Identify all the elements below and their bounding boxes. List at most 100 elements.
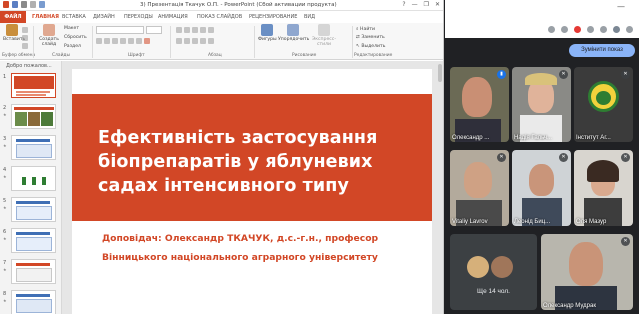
panel-title: Добро пожалов...: [6, 63, 52, 69]
slide-thumbnail[interactable]: 4 ★: [2, 166, 60, 192]
save-icon[interactable]: [12, 1, 18, 8]
help-button[interactable]: ?: [402, 1, 405, 8]
minimize-button[interactable]: —: [412, 1, 418, 8]
font-format-buttons: [96, 38, 150, 44]
slide-title[interactable]: Ефективність застосування біопрепаратів …: [98, 126, 428, 198]
spacing-icon[interactable]: [136, 38, 142, 44]
participant-tile[interactable]: ▮ Олександр ...: [450, 67, 509, 142]
new-slide-button[interactable]: Создать слайд: [37, 24, 61, 47]
shadow-icon[interactable]: [120, 38, 126, 44]
bookmark-icon[interactable]: [561, 26, 568, 33]
slide-thumbnail[interactable]: 7 ★: [2, 259, 60, 285]
puzzle-icon[interactable]: [600, 26, 607, 33]
align-buttons: [176, 38, 214, 44]
powerpoint-window: 3) Презентація Ткачук О.П. - PowerPoint …: [0, 0, 444, 314]
redo-icon[interactable]: [30, 1, 36, 8]
arrange-icon: [287, 24, 299, 36]
replace-button[interactable]: ⇄ Заменить: [356, 35, 385, 40]
participant-tile[interactable]: ✕ Леонід Биц...: [512, 150, 571, 226]
slide-subtitle[interactable]: Доповідач: Олександр ТКАЧУК, д.с.-г.н., …: [102, 229, 427, 267]
slide-thumbnail[interactable]: 1: [2, 73, 60, 99]
profile-icon[interactable]: [613, 26, 620, 33]
pin-presentation-button[interactable]: Зумінити показ: [569, 44, 635, 57]
undo-icon[interactable]: [21, 1, 27, 8]
vertical-scrollbar[interactable]: [438, 64, 442, 82]
italic-icon[interactable]: [104, 38, 110, 44]
font-name-box[interactable]: [96, 26, 144, 34]
opera-icon[interactable]: [574, 26, 581, 33]
arrange-button[interactable]: Упорядочить: [278, 24, 309, 46]
layout-button[interactable]: Макет: [64, 26, 79, 31]
speaking-indicator-icon: ▮: [497, 70, 506, 79]
find-button[interactable]: ⌕ Найти: [356, 26, 375, 32]
restore-button[interactable]: ❐: [424, 1, 429, 8]
browser-extension-icons: [445, 24, 639, 36]
ribbon-home: Вставить Буфер обмена Создать слайд Маке…: [0, 23, 443, 60]
divider: [254, 26, 255, 58]
slide-thumbnail[interactable]: 3 ★: [2, 135, 60, 161]
tab-review[interactable]: РЕЦЕНЗИРОВАНИЕ: [249, 14, 297, 20]
participant-tile[interactable]: ✕ Олександр Мудрак: [541, 234, 633, 310]
tab-view[interactable]: ВИД: [304, 14, 315, 20]
close-button[interactable]: ✕: [435, 1, 440, 8]
slide-thumbnail[interactable]: 5 ★: [2, 197, 60, 223]
group-paragraph-label: Абзац: [208, 53, 222, 58]
tab-design[interactable]: ДИЗАЙН: [93, 14, 115, 20]
indent-icon[interactable]: [192, 27, 198, 33]
participant-tile[interactable]: ✕ Оля Мазур: [574, 150, 633, 226]
minimize-browser-icon[interactable]: —: [617, 2, 625, 11]
cut-icon[interactable]: [22, 27, 28, 33]
align-center-icon[interactable]: [184, 38, 190, 44]
slide-thumbnail[interactable]: 2 ★: [2, 104, 60, 130]
extension-icon[interactable]: [587, 26, 594, 33]
tab-slideshow[interactable]: ПОКАЗ СЛАЙДОВ: [197, 14, 242, 20]
numbering-icon[interactable]: [184, 27, 190, 33]
align-left-icon[interactable]: [176, 38, 182, 44]
slide-thumbnail[interactable]: 8 ★: [2, 290, 60, 314]
powerpoint-app-icon: [3, 1, 9, 8]
bullets-icon[interactable]: [176, 27, 182, 33]
participant-tile[interactable]: ✕ Інститут Аг...: [574, 67, 633, 142]
divider: [352, 26, 353, 58]
participant-tile[interactable]: ✕ Vitaliy Lavrov: [450, 150, 509, 226]
quick-styles-button[interactable]: Экспресс-стили: [312, 24, 336, 47]
mic-off-icon: ✕: [559, 153, 568, 162]
mic-off-icon: ✕: [559, 70, 568, 79]
bold-icon[interactable]: [96, 38, 102, 44]
tab-home[interactable]: ГЛАВНАЯ: [32, 14, 59, 20]
tab-animations[interactable]: АНИМАЦИЯ: [158, 14, 188, 20]
star-icon: ★: [3, 205, 7, 210]
font-color-icon[interactable]: [144, 38, 150, 44]
group-drawing-label: Рисование: [292, 53, 317, 58]
slide-thumbnail[interactable]: 6 ★: [2, 228, 60, 254]
underline-icon[interactable]: [112, 38, 118, 44]
font-size-box[interactable]: [146, 26, 162, 34]
select-button[interactable]: ↖ Выделить: [356, 44, 385, 49]
reset-button[interactable]: Сбросить: [64, 35, 87, 40]
paste-button[interactable]: Вставить: [3, 24, 25, 46]
quick-styles-icon: [318, 24, 330, 36]
share-icon[interactable]: [548, 26, 555, 33]
tab-file[interactable]: ФАЙЛ: [0, 11, 26, 23]
shapes-button[interactable]: Фигуры: [258, 24, 277, 46]
window-title: 3) Презентація Ткачук О.П. - PowerPoint …: [140, 2, 337, 8]
start-slideshow-icon[interactable]: [39, 1, 45, 8]
align-right-icon[interactable]: [192, 38, 198, 44]
current-slide[interactable]: Ефективність застосування біопрепаратів …: [72, 69, 432, 314]
section-button[interactable]: Раздел: [64, 44, 81, 49]
more-participants-tile[interactable]: Ще 14 чол.: [450, 234, 537, 310]
participant-tile[interactable]: ✕ Надія Гальч...: [512, 67, 571, 142]
outdent-icon[interactable]: [200, 27, 206, 33]
more-participants-label: Ще 14 чол.: [476, 288, 510, 295]
shapes-icon: [261, 24, 273, 36]
line-spacing-icon[interactable]: [208, 27, 214, 33]
copy-icon[interactable]: [22, 35, 28, 41]
strikethrough-icon[interactable]: [128, 38, 134, 44]
tab-insert[interactable]: ВСТАВКА: [62, 14, 86, 20]
format-painter-icon[interactable]: [22, 43, 28, 49]
browser-toolbar: —: [445, 0, 639, 38]
tab-transitions[interactable]: ПЕРЕХОДЫ: [124, 14, 153, 20]
justify-icon[interactable]: [200, 38, 206, 44]
menu-icon[interactable]: [626, 26, 633, 33]
columns-icon[interactable]: [208, 38, 214, 44]
